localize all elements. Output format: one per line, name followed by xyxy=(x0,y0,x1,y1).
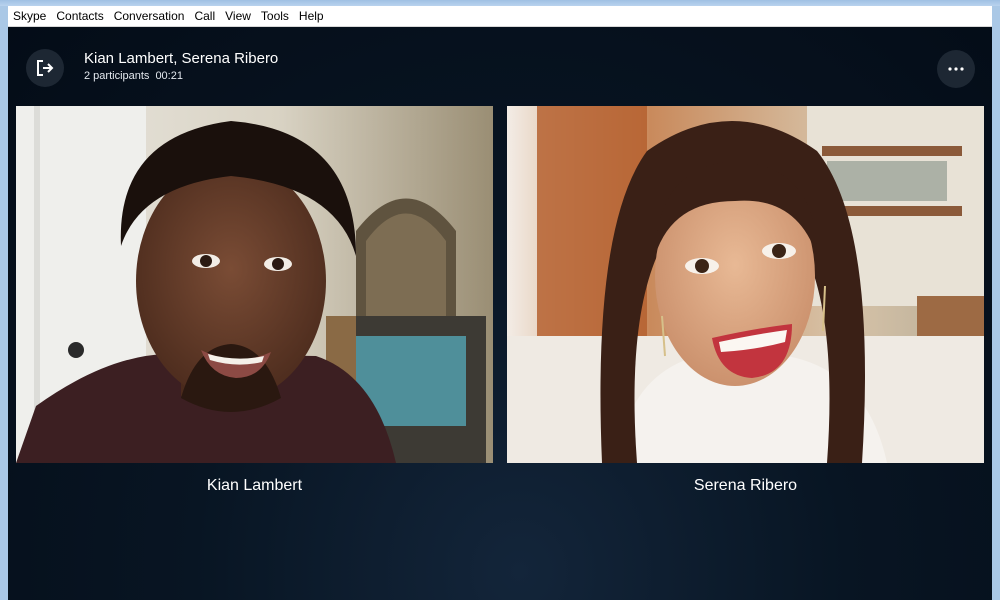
call-status: 2 participants 00:21 xyxy=(84,70,183,82)
video-feed-kian xyxy=(16,106,493,463)
leave-call-icon xyxy=(37,60,54,76)
leave-call-button[interactable] xyxy=(26,49,64,87)
more-options-button[interactable] xyxy=(937,50,975,88)
menu-call[interactable]: Call xyxy=(189,6,220,26)
more-options-icon xyxy=(948,67,964,71)
video-tile-serena[interactable] xyxy=(507,106,984,463)
menu-skype[interactable]: Skype xyxy=(8,6,51,26)
menu-help[interactable]: Help xyxy=(294,6,329,26)
call-view: Kian Lambert, Serena Ribero 2 participan… xyxy=(8,27,992,600)
video-feed-serena xyxy=(507,106,984,463)
menu-conversation[interactable]: Conversation xyxy=(109,6,190,26)
menu-view[interactable]: View xyxy=(220,6,256,26)
call-header: Kian Lambert, Serena Ribero 2 participan… xyxy=(8,27,992,105)
skype-window: Skype Contacts Conversation Call View To… xyxy=(0,0,1000,600)
participant-name-serena: Serena Ribero xyxy=(693,477,798,494)
menu-bar: Skype Contacts Conversation Call View To… xyxy=(8,6,992,27)
call-title: Kian Lambert, Serena Ribero xyxy=(84,50,279,67)
participants-count: 2 participants xyxy=(84,70,150,82)
call-duration: 00:21 xyxy=(155,70,183,82)
menu-tools[interactable]: Tools xyxy=(256,6,294,26)
video-tile-kian[interactable] xyxy=(16,106,493,463)
participant-name-kian: Kian Lambert xyxy=(206,477,303,494)
menu-contacts[interactable]: Contacts xyxy=(51,6,108,26)
